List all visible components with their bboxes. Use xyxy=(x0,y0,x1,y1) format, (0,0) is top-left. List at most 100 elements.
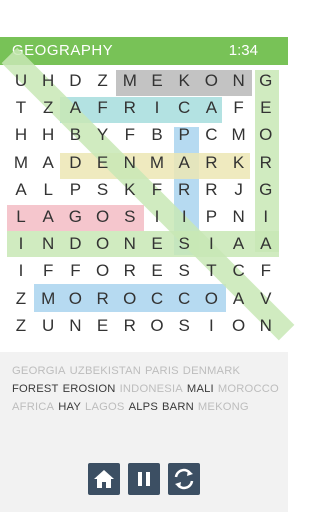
grid-cell[interactable]: S xyxy=(171,258,197,284)
grid-cell[interactable]: R xyxy=(171,177,197,203)
grid-cell[interactable]: C xyxy=(171,286,197,312)
grid-cell[interactable]: D xyxy=(62,231,88,257)
grid-cell[interactable]: C xyxy=(144,286,170,312)
grid-cell[interactable]: E xyxy=(90,150,116,176)
grid-cell[interactable]: O xyxy=(198,68,224,94)
grid-cell[interactable]: T xyxy=(8,95,34,121)
grid-cell[interactable]: G xyxy=(253,177,279,203)
grid-cell[interactable]: I xyxy=(171,204,197,230)
grid-cell[interactable]: A xyxy=(198,95,224,121)
grid-cell[interactable]: H xyxy=(8,122,34,148)
grid-cell[interactable]: H xyxy=(35,122,61,148)
grid-cell[interactable]: E xyxy=(144,258,170,284)
grid-cell[interactable]: O xyxy=(90,231,116,257)
grid-cell[interactable]: R xyxy=(117,313,143,339)
grid-cell[interactable]: B xyxy=(144,122,170,148)
grid-cell[interactable]: M xyxy=(117,68,143,94)
grid-cell[interactable]: B xyxy=(62,122,88,148)
letter-grid[interactable]: UHDZMEKONGTZAFRICAFEHHBYFBPCMOMADENMARKR… xyxy=(0,47,295,353)
grid-cell[interactable]: C xyxy=(198,122,224,148)
grid-cell[interactable]: O xyxy=(253,122,279,148)
grid-cell[interactable]: P xyxy=(171,122,197,148)
grid-cell[interactable]: O xyxy=(226,313,252,339)
grid-cell[interactable]: I xyxy=(253,204,279,230)
grid-cell[interactable]: M xyxy=(144,150,170,176)
grid-cell[interactable]: N xyxy=(226,204,252,230)
grid-cell[interactable]: I xyxy=(8,258,34,284)
home-button[interactable] xyxy=(88,463,120,495)
grid-cell[interactable]: G xyxy=(62,204,88,230)
grid-cell[interactable]: F xyxy=(62,258,88,284)
grid-cell[interactable]: F xyxy=(226,95,252,121)
restart-button[interactable] xyxy=(168,463,200,495)
grid-cell[interactable]: N xyxy=(226,68,252,94)
grid-cell[interactable]: I xyxy=(144,204,170,230)
grid-cell[interactable]: N xyxy=(117,150,143,176)
grid-cell[interactable]: H xyxy=(35,68,61,94)
grid-cell[interactable]: S xyxy=(171,313,197,339)
grid-cell[interactable]: Z xyxy=(90,68,116,94)
grid-cell[interactable]: R xyxy=(117,258,143,284)
grid-cell[interactable]: S xyxy=(90,177,116,203)
grid-cell[interactable]: E xyxy=(253,95,279,121)
grid-cell[interactable]: D xyxy=(62,150,88,176)
pause-button[interactable] xyxy=(128,463,160,495)
grid-cell[interactable]: Z xyxy=(35,95,61,121)
grid-cell[interactable]: A xyxy=(35,150,61,176)
grid-cell[interactable]: L xyxy=(35,177,61,203)
grid-cell[interactable]: S xyxy=(171,231,197,257)
grid-cell[interactable]: R xyxy=(253,150,279,176)
grid-cell[interactable]: I xyxy=(144,95,170,121)
grid-cell[interactable]: A xyxy=(35,204,61,230)
grid-cell[interactable]: R xyxy=(117,95,143,121)
grid-cell[interactable]: O xyxy=(62,286,88,312)
grid-cell[interactable]: O xyxy=(117,286,143,312)
grid-cell[interactable]: P xyxy=(198,204,224,230)
grid-cell[interactable]: A xyxy=(226,286,252,312)
grid-cell[interactable]: G xyxy=(253,68,279,94)
grid-cell[interactable]: R xyxy=(198,150,224,176)
grid-cell[interactable]: U xyxy=(8,68,34,94)
grid-cell[interactable]: A xyxy=(253,231,279,257)
grid-cell[interactable]: O xyxy=(198,286,224,312)
grid-cell[interactable]: C xyxy=(171,95,197,121)
grid-cell[interactable]: K xyxy=(226,150,252,176)
grid-cell[interactable]: K xyxy=(117,177,143,203)
grid-cell[interactable]: R xyxy=(90,286,116,312)
grid-cell[interactable]: F xyxy=(35,258,61,284)
grid-cell[interactable]: E xyxy=(144,68,170,94)
grid-cell[interactable]: V xyxy=(253,286,279,312)
grid-cell[interactable]: O xyxy=(144,313,170,339)
grid-cell[interactable]: F xyxy=(117,122,143,148)
grid-cell[interactable]: M xyxy=(226,122,252,148)
grid-cell[interactable]: Z xyxy=(8,313,34,339)
grid-cell[interactable]: I xyxy=(198,231,224,257)
grid-cell[interactable]: I xyxy=(8,231,34,257)
grid-cell[interactable]: A xyxy=(8,177,34,203)
grid-cell[interactable]: N xyxy=(117,231,143,257)
grid-cell[interactable]: N xyxy=(35,231,61,257)
grid-cell[interactable]: E xyxy=(144,231,170,257)
grid-cell[interactable]: Z xyxy=(8,286,34,312)
grid-cell[interactable]: M xyxy=(35,286,61,312)
grid-cell[interactable]: J xyxy=(226,177,252,203)
grid-cell[interactable]: E xyxy=(90,313,116,339)
grid-cell[interactable]: L xyxy=(8,204,34,230)
grid-cell[interactable]: I xyxy=(198,313,224,339)
grid-cell[interactable]: F xyxy=(90,95,116,121)
grid-cell[interactable]: P xyxy=(62,177,88,203)
grid-cell[interactable]: C xyxy=(226,258,252,284)
grid-cell[interactable]: N xyxy=(62,313,88,339)
grid-cell[interactable]: R xyxy=(198,177,224,203)
grid-cell[interactable]: A xyxy=(62,95,88,121)
grid-cell[interactable]: Y xyxy=(90,122,116,148)
grid-cell[interactable]: N xyxy=(253,313,279,339)
grid-cell[interactable]: U xyxy=(35,313,61,339)
grid-cell[interactable]: M xyxy=(8,150,34,176)
grid-cell[interactable]: F xyxy=(253,258,279,284)
grid-cell[interactable]: O xyxy=(90,258,116,284)
grid-cell[interactable]: S xyxy=(117,204,143,230)
grid-cell[interactable]: A xyxy=(226,231,252,257)
grid-cell[interactable]: K xyxy=(171,68,197,94)
grid-cell[interactable]: D xyxy=(62,68,88,94)
